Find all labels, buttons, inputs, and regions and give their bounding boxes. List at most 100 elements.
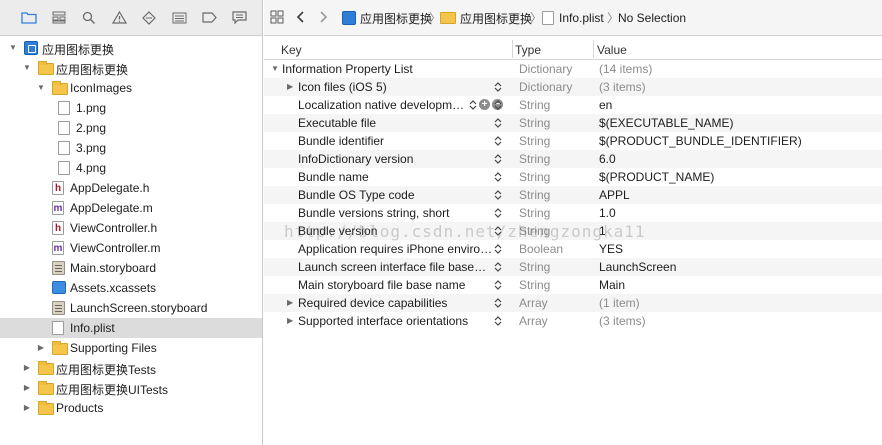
type-stepper-icon[interactable] xyxy=(494,260,502,274)
plist-row[interactable]: Main storyboard file base name String Main xyxy=(264,276,882,294)
plist-row[interactable]: Localization native developm… + − String en xyxy=(264,96,882,114)
type-stepper-icon[interactable] xyxy=(494,116,502,130)
plist-type[interactable]: Dictionary xyxy=(519,62,572,76)
tree-item[interactable]: Main.storyboard xyxy=(0,258,262,278)
plist-value[interactable]: $(PRODUCT_NAME) xyxy=(599,170,714,184)
disclosure-closed-icon[interactable]: ▶ xyxy=(287,298,293,307)
type-stepper-icon[interactable] xyxy=(494,278,502,292)
tree-item[interactable]: ▶ 应用图标更换UITests xyxy=(0,378,262,398)
disclosure-closed-icon[interactable]: ▶ xyxy=(287,316,293,325)
plist-type[interactable]: String xyxy=(519,116,550,130)
plist-type[interactable]: Array xyxy=(519,296,548,310)
plist-key[interactable]: Bundle identifier xyxy=(298,134,384,148)
plist-type[interactable]: String xyxy=(519,170,550,184)
plist-key[interactable]: Localization native developm… xyxy=(298,98,464,112)
type-stepper-icon[interactable] xyxy=(494,152,502,166)
disclosure-closed-icon[interactable]: ▶ xyxy=(22,403,32,413)
type-stepper-icon[interactable] xyxy=(494,314,502,328)
type-stepper-icon[interactable] xyxy=(494,242,502,256)
tree-item[interactable]: LaunchScreen.storyboard xyxy=(0,298,262,318)
disclosure-open-icon[interactable]: ▼ xyxy=(36,83,46,93)
tree-item[interactable]: h AppDelegate.h xyxy=(0,178,262,198)
plist-value[interactable]: $(PRODUCT_BUNDLE_IDENTIFIER) xyxy=(599,134,802,148)
plist-type[interactable]: Array xyxy=(519,314,548,328)
plist-row[interactable]: Application requires iPhone enviro… Boole… xyxy=(264,240,882,258)
tree-item[interactable]: 2.png xyxy=(0,118,262,138)
debug-navigator-button[interactable] xyxy=(164,6,194,30)
plist-row[interactable]: Bundle name String $(PRODUCT_NAME) xyxy=(264,168,882,186)
tree-item[interactable]: 1.png xyxy=(0,98,262,118)
plist-type[interactable]: String xyxy=(519,98,550,112)
tree-item[interactable]: ▼ 应用图标更换 xyxy=(0,38,262,58)
disclosure-open-icon[interactable]: ▼ xyxy=(8,43,18,53)
plist-row[interactable]: Bundle versions string, short String 1.0 xyxy=(264,204,882,222)
disclosure-closed-icon[interactable]: ▶ xyxy=(36,343,46,353)
plist-row[interactable]: Bundle identifier String $(PRODUCT_BUNDLE_… xyxy=(264,132,882,150)
project-navigator-button[interactable] xyxy=(14,6,44,30)
find-navigator-button[interactable] xyxy=(74,6,104,30)
plist-row[interactable]: ▶ Icon files (iOS 5) Dictionary (3 items) xyxy=(264,78,882,96)
disclosure-open-icon[interactable]: ▼ xyxy=(22,63,32,73)
related-items-button[interactable] xyxy=(270,8,284,28)
plist-value[interactable]: (3 items) xyxy=(599,314,646,328)
plist-type[interactable]: String xyxy=(519,188,550,202)
plist-type[interactable]: String xyxy=(519,206,550,220)
plist-key[interactable]: Supported interface orientations xyxy=(298,314,468,328)
tree-item[interactable]: 3.png xyxy=(0,138,262,158)
disclosure-closed-icon[interactable]: ▶ xyxy=(287,82,293,91)
tree-item[interactable]: 4.png xyxy=(0,158,262,178)
jumpbar-file[interactable]: Info.plist xyxy=(542,8,604,28)
plist-value[interactable]: en xyxy=(599,98,612,112)
plist-row[interactable]: ▼ Information Property List Dictionary (14 … xyxy=(264,60,882,78)
plist-type[interactable]: String xyxy=(519,152,550,166)
plist-key[interactable]: Bundle OS Type code xyxy=(298,188,415,202)
tree-item[interactable]: ▶ Supporting Files xyxy=(0,338,262,358)
disclosure-closed-icon[interactable]: ▶ xyxy=(22,383,32,393)
plist-row[interactable]: InfoDictionary version String 6.0 xyxy=(264,150,882,168)
jumpbar-group[interactable]: 应用图标更换 xyxy=(440,8,532,28)
type-stepper-icon[interactable] xyxy=(494,134,502,148)
plist-value[interactable]: 6.0 xyxy=(599,152,616,166)
plist-key[interactable]: Bundle versions string, short xyxy=(298,206,449,220)
type-stepper-icon[interactable] xyxy=(494,98,502,112)
tree-item[interactable]: ▶ 应用图标更换Tests xyxy=(0,358,262,378)
plist-value[interactable]: YES xyxy=(599,242,623,256)
tree-item[interactable]: Info.plist xyxy=(0,318,262,338)
plist-value[interactable]: (14 items) xyxy=(599,62,652,76)
plist-value[interactable]: $(EXECUTABLE_NAME) xyxy=(599,116,733,130)
plist-value[interactable]: Main xyxy=(599,278,625,292)
symbol-navigator-button[interactable] xyxy=(44,6,74,30)
value-column-header[interactable]: Value xyxy=(597,43,627,57)
plist-type[interactable]: String xyxy=(519,278,550,292)
plist-type[interactable]: Boolean xyxy=(519,242,563,256)
plist-value[interactable]: APPL xyxy=(599,188,630,202)
disclosure-open-icon[interactable]: ▼ xyxy=(271,64,279,73)
plist-key[interactable]: Launch screen interface file base… xyxy=(298,260,486,274)
breakpoint-navigator-button[interactable] xyxy=(194,6,224,30)
tree-item[interactable]: Assets.xcassets xyxy=(0,278,262,298)
disclosure-closed-icon[interactable]: ▶ xyxy=(22,363,32,373)
plist-key[interactable]: Application requires iPhone enviro… xyxy=(298,242,492,256)
plist-value[interactable]: 1.0 xyxy=(599,206,616,220)
column-divider[interactable] xyxy=(512,40,513,58)
tree-item[interactable]: ▶ Products xyxy=(0,398,262,418)
stepper-icon[interactable] xyxy=(469,99,477,114)
plist-key[interactable]: Bundle name xyxy=(298,170,369,184)
forward-button[interactable] xyxy=(318,8,328,28)
type-stepper-icon[interactable] xyxy=(494,296,502,310)
plist-type[interactable]: Dictionary xyxy=(519,80,572,94)
plist-key[interactable]: InfoDictionary version xyxy=(298,152,413,166)
plist-value[interactable]: LaunchScreen xyxy=(599,260,676,274)
key-column-header[interactable]: Key xyxy=(281,43,302,57)
column-divider[interactable] xyxy=(593,40,594,58)
plist-row[interactable]: Bundle OS Type code String APPL xyxy=(264,186,882,204)
plist-key[interactable]: Main storyboard file base name xyxy=(298,278,465,292)
add-row-icon[interactable]: + xyxy=(479,99,490,110)
plist-value[interactable]: (1 item) xyxy=(599,296,640,310)
plist-row[interactable]: ▶ Required device capabilities Array (1 ite… xyxy=(264,294,882,312)
tree-item[interactable]: ▼ IconImages xyxy=(0,78,262,98)
plist-key[interactable]: Executable file xyxy=(298,116,376,130)
plist-type[interactable]: String xyxy=(519,134,550,148)
test-navigator-button[interactable] xyxy=(134,6,164,30)
type-column-header[interactable]: Type xyxy=(515,43,541,57)
